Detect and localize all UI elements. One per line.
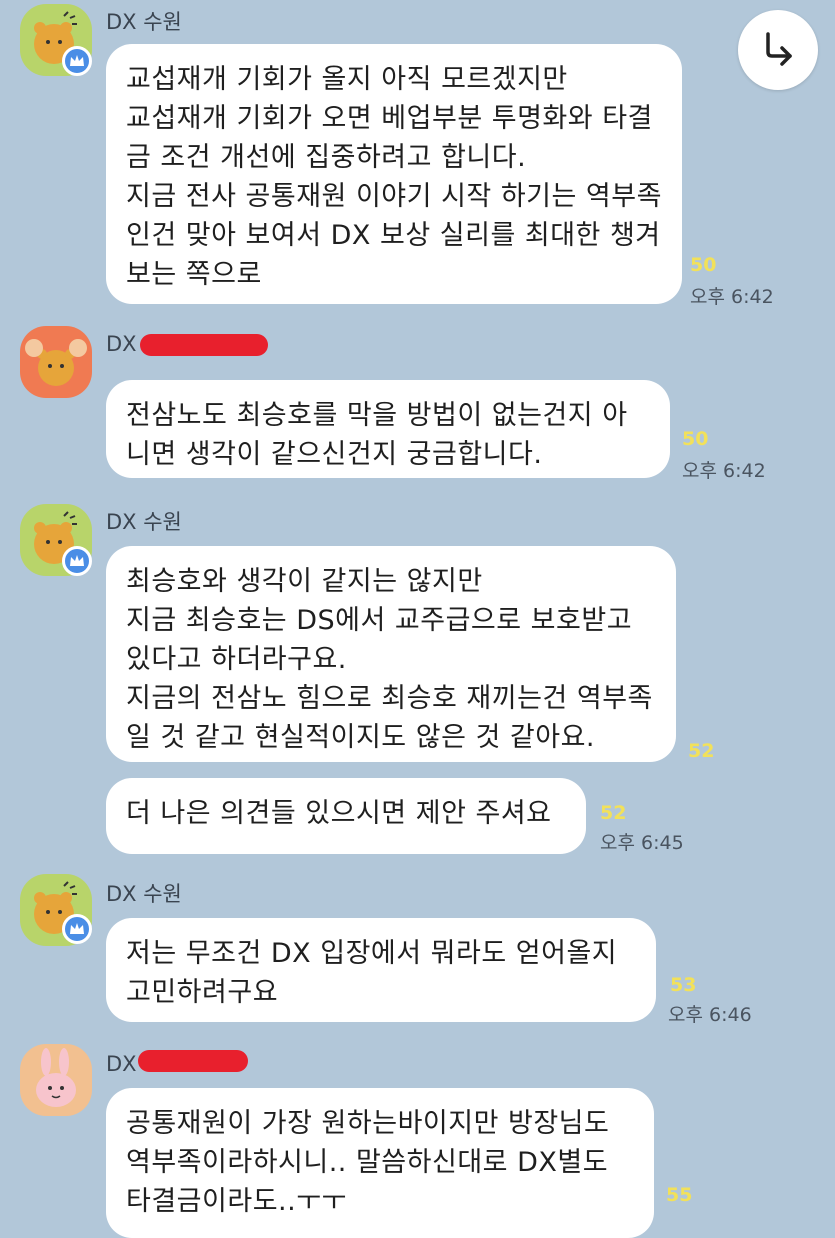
message-bubble[interactable]: 전삼노도 최승호를 막을 방법이 없는건지 아니면 생각이 같으신건지 궁금합니… bbox=[106, 380, 670, 478]
pink-bunny-avatar[interactable] bbox=[20, 1044, 92, 1116]
crown-icon bbox=[62, 546, 92, 576]
message-bubble[interactable]: 최승호와 생각이 같지는 않지만 지금 최승호는 DS에서 교주급으로 보호받고… bbox=[106, 546, 676, 762]
message-bubble[interactable]: 저는 무조건 DX 입장에서 뭐라도 얻어올지 고민하려구요 bbox=[106, 918, 656, 1022]
message-time: 오후 6:42 bbox=[690, 286, 774, 308]
message-time: 오후 6:45 bbox=[600, 832, 684, 854]
sender-name: DX 수원 bbox=[106, 10, 182, 34]
ryan-cheer-avatar[interactable] bbox=[20, 326, 92, 398]
unread-count: 55 bbox=[666, 1184, 693, 1206]
unread-count: 52 bbox=[600, 802, 627, 824]
sender-name: DX 수원 bbox=[106, 882, 182, 906]
unread-count: 50 bbox=[682, 428, 709, 450]
redaction-mark bbox=[140, 334, 268, 356]
sender-name: DX 수원 bbox=[106, 510, 182, 534]
arrow-turn-right-icon bbox=[758, 28, 798, 72]
sender-name: DX bbox=[106, 332, 137, 356]
unread-count: 52 bbox=[688, 740, 715, 762]
redaction-mark bbox=[138, 1050, 248, 1072]
crown-icon bbox=[62, 46, 92, 76]
message-bubble[interactable]: 교섭재개 기회가 올지 아직 모르겠지만 교섭재개 기회가 오면 베업부분 투명… bbox=[106, 44, 682, 304]
message-time: 오후 6:42 bbox=[682, 460, 766, 482]
unread-count: 53 bbox=[670, 974, 697, 996]
sender-name: DX bbox=[106, 1052, 137, 1076]
crown-icon bbox=[62, 914, 92, 944]
message-bubble[interactable]: 공통재원이 가장 원하는바이지만 방장님도 역부족이라하시니.. 말씀하신대로 … bbox=[106, 1088, 654, 1238]
scroll-to-bottom-button[interactable] bbox=[738, 10, 818, 90]
message-time: 오후 6:46 bbox=[668, 1004, 752, 1026]
unread-count: 50 bbox=[690, 254, 717, 276]
message-bubble[interactable]: 더 나은 의견들 있으시면 제안 주셔요 bbox=[106, 778, 586, 854]
